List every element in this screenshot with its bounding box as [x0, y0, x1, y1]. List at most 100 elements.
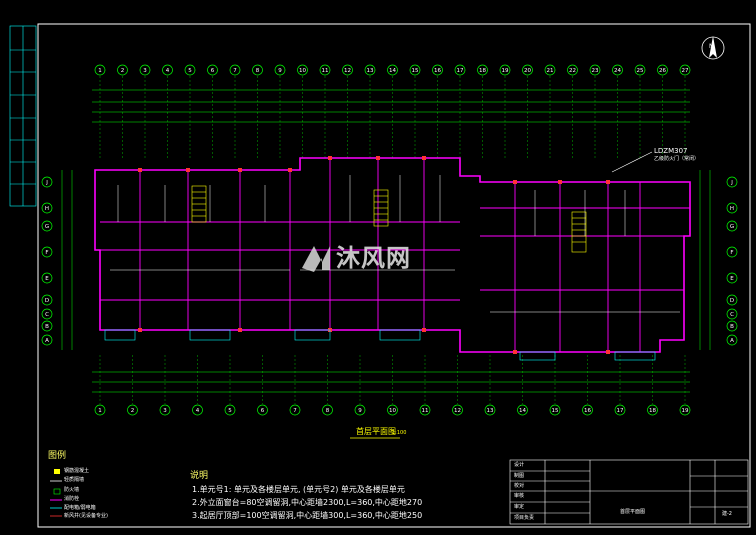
left-axis-bubbles: J H G F E D CB A — [41, 176, 53, 346]
note-line: 2.外立面窗台=80空调留洞,中心距墙2300,L=360,中心距地270 — [192, 498, 423, 507]
bottom-dimension-lines — [92, 371, 690, 393]
legend-item: 防火墙 — [64, 487, 80, 493]
top-axis-label: 18 — [479, 68, 486, 74]
bottom-axis-label: 1 — [98, 408, 102, 414]
north-label: N — [709, 43, 714, 50]
right-axis-label: B — [730, 324, 734, 330]
left-axis-label: A — [45, 338, 49, 344]
left-axis-label: E — [45, 276, 49, 282]
top-axis-label: 4 — [166, 68, 170, 74]
bottom-axis-label: 6 — [261, 408, 265, 414]
balconies — [104, 329, 656, 361]
right-axis-label: G — [730, 224, 734, 230]
bottom-axis-label: 14 — [519, 408, 526, 414]
left-axis-label: D — [45, 298, 49, 304]
legend-item: 钢筋混凝土 — [64, 468, 90, 474]
door-callout-tag: LDZM307 — [654, 147, 688, 155]
top-axis-label: 26 — [659, 68, 666, 74]
right-axis-label: F — [730, 250, 733, 256]
stair-3 — [571, 211, 587, 253]
plan-scale: 1:100 — [392, 430, 407, 436]
bottom-axis-label: 19 — [682, 408, 689, 414]
legend-title: 图例 — [48, 451, 67, 461]
top-dimension-lines — [92, 89, 690, 123]
top-axis-label: 16 — [434, 68, 441, 74]
title-block-sheet-no: 建-2 — [722, 511, 732, 517]
top-axis-label: 13 — [367, 68, 374, 74]
top-axis-label: 6 — [211, 68, 215, 74]
title-block-row: 审定 — [514, 504, 525, 510]
revision-strip — [9, 25, 37, 207]
top-axis-label: 25 — [637, 68, 644, 74]
right-axis-label: A — [730, 338, 734, 344]
drawing-frame — [37, 23, 751, 528]
legend-item: 消防栓 — [64, 496, 80, 502]
left-axis-label: C — [45, 312, 49, 318]
bottom-axis-label: 10 — [389, 408, 396, 414]
door-callout-sub: 乙级防火门（常闭） — [654, 156, 700, 162]
top-axis-bubbles: 1 2 3 4 5 6 7 8 9 10 11 12 13 14 15 16 17 18 19 20 21 22 23 24 2… — [94, 64, 691, 76]
stair-2 — [373, 189, 389, 227]
bottom-axis-label: 7 — [293, 408, 297, 414]
top-axis-label: 24 — [614, 68, 621, 74]
top-axis-label: 21 — [547, 68, 554, 74]
bottom-axis-label: 18 — [649, 408, 656, 414]
left-axis-label: G — [45, 224, 49, 230]
bottom-axis-label: 15 — [552, 408, 559, 414]
title-block-drawing-name: 首层平面图 — [620, 509, 646, 515]
legend-item: 配电箱/弱电箱 — [64, 505, 96, 511]
left-axis-label: J — [45, 180, 48, 186]
top-axis-label: 11 — [322, 68, 329, 74]
top-axis-label: 22 — [569, 68, 576, 74]
right-axis-label: E — [730, 276, 734, 282]
bottom-axis-label: 17 — [617, 408, 624, 414]
bottom-axis-label: 16 — [584, 408, 591, 414]
bottom-axis-label: 13 — [487, 408, 494, 414]
top-axis-label: 15 — [412, 68, 419, 74]
legend-item: 新风井(见设备专业) — [64, 513, 108, 519]
bottom-axis-label: 2 — [131, 408, 135, 414]
top-axis-label: 27 — [682, 68, 689, 74]
top-axis-label: 5 — [188, 68, 192, 74]
bottom-axis-label: 8 — [326, 408, 330, 414]
top-axis-label: 2 — [121, 68, 125, 74]
plan-title: 首层平面图 — [356, 427, 396, 436]
top-axis-label: 1 — [98, 68, 102, 74]
right-axis-label: D — [730, 298, 734, 304]
top-axis-label: 20 — [524, 68, 531, 74]
bottom-axis-label: 12 — [454, 408, 461, 414]
top-axis-label: 17 — [457, 68, 464, 74]
bottom-axis-label: 4 — [196, 408, 200, 414]
top-axis-label: 12 — [344, 68, 351, 74]
top-axis-label: 23 — [592, 68, 599, 74]
left-axis-label: H — [45, 206, 49, 212]
title-block-row: 审核 — [514, 493, 525, 499]
right-axis-label: J — [730, 180, 733, 186]
top-axis-label: 9 — [278, 68, 282, 74]
bottom-axis-label: 9 — [358, 408, 362, 414]
watermark-text: 沐风网 — [336, 244, 411, 272]
bottom-axis-label: 3 — [163, 408, 167, 414]
right-axis-label: C — [730, 312, 734, 318]
top-axis-label: 14 — [389, 68, 396, 74]
callout-leader — [611, 151, 653, 173]
top-axis-label: 7 — [233, 68, 237, 74]
title-block-row: 设计 — [514, 462, 525, 468]
bottom-axis-label: 5 — [228, 408, 232, 414]
right-axis-bubbles: J H G F E D CB A — [726, 176, 738, 346]
top-axis-label: 3 — [143, 68, 147, 74]
top-axis-label: 10 — [299, 68, 306, 74]
top-axis-label: 8 — [256, 68, 260, 74]
left-axis-label: F — [45, 250, 48, 256]
title-block-row: 项目负责 — [514, 515, 535, 521]
stair-1 — [191, 185, 207, 223]
note-line: 3.起居厅顶部=100空调留洞,中心距墙300,L=360,中心距地250 — [192, 511, 423, 520]
bottom-axis-label: 11 — [422, 408, 429, 414]
title-block-row: 校对 — [514, 483, 525, 489]
right-axis-label: H — [730, 206, 734, 212]
bottom-axis-bubbles: 1 2 3 4 5 6 7 8 9 10 11 12 13 14 15 16 17 18 19 — [94, 404, 691, 416]
legend-item: 轻质隔墙 — [64, 477, 85, 483]
notes-title: 说明 — [190, 471, 209, 481]
left-axis-label: B — [45, 324, 49, 330]
note-line: 1.单元号1: 单元及各楼层单元, (单元号2) 单元及各楼层单元 — [192, 485, 405, 494]
